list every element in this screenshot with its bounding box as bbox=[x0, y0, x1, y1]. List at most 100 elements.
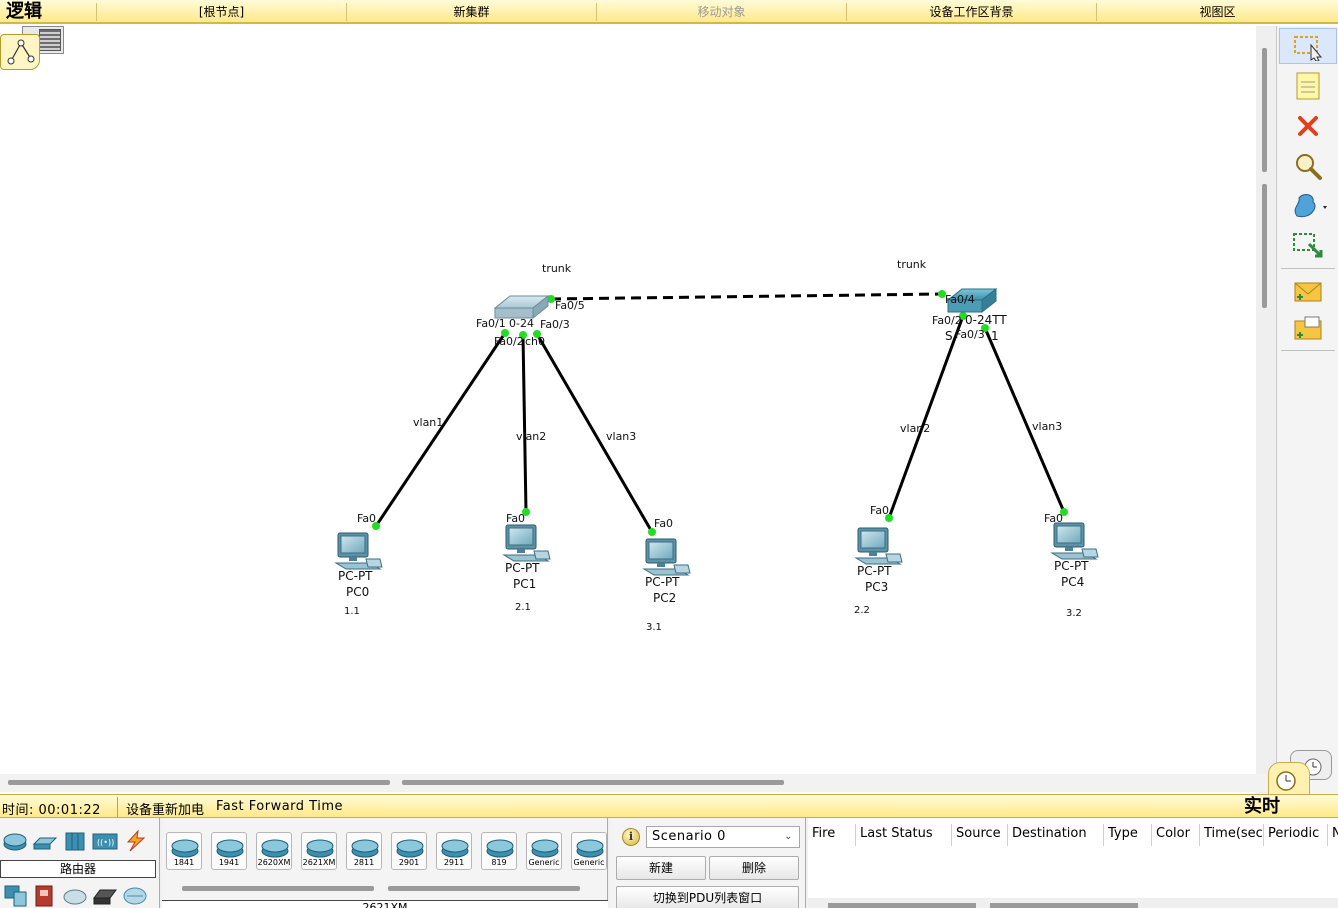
sw1-name-tail: 1 bbox=[991, 329, 999, 343]
hubs-category-icon[interactable] bbox=[62, 830, 88, 852]
model-scroll-thumb-secondary[interactable] bbox=[388, 886, 580, 891]
switches-category-icon[interactable] bbox=[32, 830, 58, 852]
pc1-icon[interactable] bbox=[503, 524, 551, 562]
column-num[interactable]: Num bbox=[1328, 824, 1338, 846]
network-topology[interactable]: trunk trunk vlan1 vlan2 vlan3 vlan2 vlan… bbox=[0, 26, 1256, 774]
toggle-pdu-list-button[interactable]: 切换到PDU列表窗口 bbox=[616, 886, 799, 908]
horizontal-scrollbar[interactable] bbox=[0, 774, 1276, 792]
sw0-model-fragment: 0-24 bbox=[509, 317, 534, 330]
delete-tool[interactable] bbox=[1289, 108, 1327, 144]
root-node-button[interactable]: [根节点] bbox=[96, 3, 346, 21]
add-simple-pdu-tool[interactable] bbox=[1289, 274, 1327, 310]
column-source[interactable]: Source bbox=[952, 824, 1008, 846]
scenario-select[interactable]: Scenario 0 ⌄ bbox=[646, 826, 800, 848]
pc4-icon[interactable] bbox=[1051, 522, 1099, 560]
model-label: 1841 bbox=[173, 858, 195, 867]
link-pc3[interactable] bbox=[887, 315, 965, 519]
model-generic-2-button[interactable]: Generic bbox=[571, 832, 607, 870]
model-2901-button[interactable]: 2901 bbox=[391, 832, 427, 870]
vertical-scroll-thumb[interactable] bbox=[1262, 48, 1267, 172]
selected-model-name: 2621XM bbox=[162, 900, 608, 908]
pdu-scroll-thumb-secondary[interactable] bbox=[990, 903, 1138, 908]
column-destination[interactable]: Destination bbox=[1008, 824, 1104, 846]
resize-shape-tool[interactable] bbox=[1289, 228, 1327, 264]
router-icon bbox=[441, 839, 469, 858]
vlan3-label-right: vlan3 bbox=[1032, 420, 1062, 433]
pc3-name-label: PC3 bbox=[865, 580, 888, 594]
wireless-category-icon[interactable]: ((•)) bbox=[92, 830, 118, 852]
column-fire[interactable]: Fire bbox=[808, 824, 856, 846]
realtime-mode-label[interactable]: 实时 bbox=[1244, 795, 1280, 819]
link-pc0[interactable] bbox=[374, 332, 507, 527]
info-icon[interactable]: i bbox=[622, 828, 640, 846]
model-1841-button[interactable]: 1841 bbox=[166, 832, 202, 870]
horizontal-scroll-thumb[interactable] bbox=[8, 780, 390, 785]
sw0-name-fragment: ch0 bbox=[525, 335, 545, 348]
pc3-fa0-label: Fa0 bbox=[870, 504, 889, 517]
chevron-down-icon: ⌄ bbox=[784, 831, 793, 842]
logical-workspace[interactable]: trunk trunk vlan1 vlan2 vlan3 vlan2 vlan… bbox=[0, 26, 1256, 774]
power-cycle-devices-button[interactable]: 设备重新加电 bbox=[126, 799, 204, 818]
workspace-background-button[interactable]: 设备工作区背景 bbox=[846, 3, 1096, 21]
inspect-tool[interactable] bbox=[1289, 148, 1327, 184]
move-object-button[interactable]: 移动对象 bbox=[596, 3, 846, 21]
pc0-icon[interactable] bbox=[335, 532, 383, 570]
cluster-navigation[interactable] bbox=[0, 26, 66, 70]
realtime-mode-icon[interactable] bbox=[1268, 762, 1310, 796]
horizontal-scroll-thumb-secondary[interactable] bbox=[402, 780, 784, 785]
end-devices-category-icon[interactable] bbox=[2, 884, 28, 908]
new-scenario-button[interactable]: 新建 bbox=[616, 856, 706, 880]
pc3-icon[interactable] bbox=[855, 527, 903, 565]
trunk-label-left: trunk bbox=[542, 262, 572, 275]
trunk-link[interactable] bbox=[550, 292, 943, 301]
fast-forward-time-button[interactable]: Fast Forward Time bbox=[216, 799, 343, 814]
model-2621xm-button[interactable]: 2621XM bbox=[301, 832, 337, 870]
new-cluster-button[interactable]: 新集群 bbox=[346, 3, 596, 21]
security-category-icon[interactable] bbox=[32, 884, 58, 908]
model-1941-button[interactable]: 1941 bbox=[211, 832, 247, 870]
logical-cluster-icon[interactable] bbox=[0, 34, 40, 70]
vlan1-label: vlan1 bbox=[413, 416, 443, 429]
add-complex-pdu-tool[interactable] bbox=[1289, 312, 1327, 348]
viewport-button[interactable]: 视图区 bbox=[1096, 3, 1338, 21]
model-label: 2620XM bbox=[257, 858, 291, 867]
custom-devices-category-icon[interactable] bbox=[92, 884, 118, 908]
pc0-fa0-label: Fa0 bbox=[357, 512, 376, 525]
pc2-ip-label: 3.1 bbox=[646, 622, 662, 633]
wan-emulation-category-icon[interactable] bbox=[62, 884, 88, 908]
pc4-name-label: PC4 bbox=[1061, 575, 1084, 589]
pc0-type-label: PC-PT bbox=[338, 569, 373, 583]
logical-mode-title[interactable]: 逻辑 bbox=[6, 0, 42, 24]
model-2911-button[interactable]: 2911 bbox=[436, 832, 472, 870]
column-type[interactable]: Type bbox=[1104, 824, 1152, 846]
link-pc1[interactable] bbox=[521, 334, 528, 513]
model-scroll-thumb[interactable] bbox=[182, 886, 374, 891]
draw-shape-tool[interactable] bbox=[1289, 188, 1327, 224]
note-tool[interactable] bbox=[1289, 68, 1327, 104]
router-icon bbox=[171, 839, 199, 858]
right-tool-palette bbox=[1276, 26, 1338, 794]
multiuser-category-icon[interactable] bbox=[122, 884, 148, 908]
select-tool[interactable] bbox=[1279, 28, 1337, 64]
column-periodic[interactable]: Periodic bbox=[1264, 824, 1328, 846]
column-time[interactable]: Time(sec) bbox=[1200, 824, 1264, 846]
connections-category-icon[interactable] bbox=[122, 830, 148, 852]
model-819-button[interactable]: 819 bbox=[481, 832, 517, 870]
vertical-scroll-thumb-secondary[interactable] bbox=[1262, 184, 1267, 308]
delete-scenario-button[interactable]: 删除 bbox=[709, 856, 799, 880]
column-last-status[interactable]: Last Status bbox=[856, 824, 952, 846]
vlan3-label-left: vlan3 bbox=[606, 430, 636, 443]
magnifier-icon bbox=[1296, 154, 1322, 180]
pc3-type-label: PC-PT bbox=[857, 564, 892, 578]
model-generic-button[interactable]: Generic bbox=[526, 832, 562, 870]
column-color[interactable]: Color bbox=[1152, 824, 1200, 846]
model-2620xm-button[interactable]: 2620XM bbox=[256, 832, 292, 870]
pc2-icon[interactable] bbox=[643, 538, 691, 576]
select-icon bbox=[1294, 36, 1323, 61]
status-bar: 时间: 00:01:22 设备重新加电 Fast Forward Time 实时 bbox=[0, 794, 1338, 818]
sw0-fa02-label: Fa0/2 bbox=[494, 335, 524, 348]
routers-category-icon[interactable] bbox=[2, 830, 28, 852]
model-2811-button[interactable]: 2811 bbox=[346, 832, 382, 870]
switch-0[interactable] bbox=[493, 294, 550, 320]
pdu-scroll-thumb[interactable] bbox=[828, 903, 976, 908]
